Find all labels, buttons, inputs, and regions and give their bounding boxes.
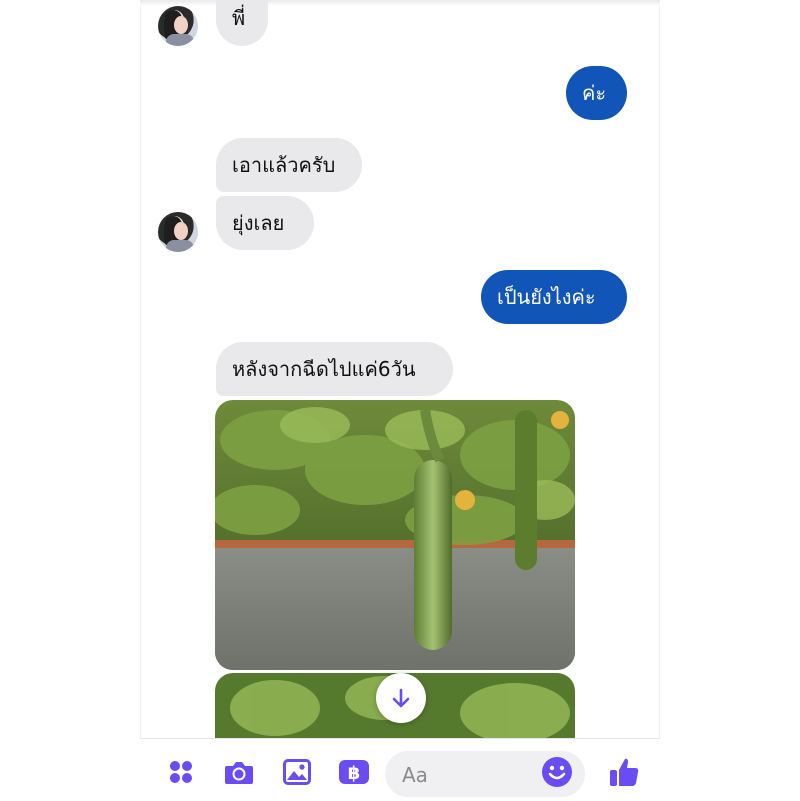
apps-icon[interactable] xyxy=(165,756,197,788)
scroll-to-bottom-button[interactable] xyxy=(376,673,426,723)
image-icon[interactable] xyxy=(281,756,313,788)
like-icon[interactable] xyxy=(608,756,640,788)
left-divider xyxy=(140,0,141,800)
svg-text:฿: ฿ xyxy=(348,763,361,784)
contact-avatar[interactable] xyxy=(158,212,198,252)
message-bubble-outgoing[interactable]: ค่ะ xyxy=(566,66,627,120)
cucumber-photo xyxy=(215,400,575,670)
contact-avatar[interactable] xyxy=(158,6,198,46)
right-divider xyxy=(659,0,660,800)
message-bubble-incoming[interactable]: เอาแล้วครับ xyxy=(216,138,362,192)
photo-message[interactable] xyxy=(215,400,575,670)
message-bubble-outgoing[interactable]: เป็นยังไงค่ะ xyxy=(481,270,627,324)
camera-icon[interactable] xyxy=(223,756,255,788)
message-input-placeholder: Aa xyxy=(402,763,428,787)
message-bubble-incoming[interactable]: หลังจากฉีดไปแค่6วัน xyxy=(216,342,453,396)
emoji-icon[interactable] xyxy=(541,756,573,788)
arrow-down-icon xyxy=(392,688,410,708)
baht-icon[interactable]: ฿ xyxy=(338,756,370,788)
message-bubble-incoming[interactable]: ยุ่งเลย xyxy=(216,196,314,250)
